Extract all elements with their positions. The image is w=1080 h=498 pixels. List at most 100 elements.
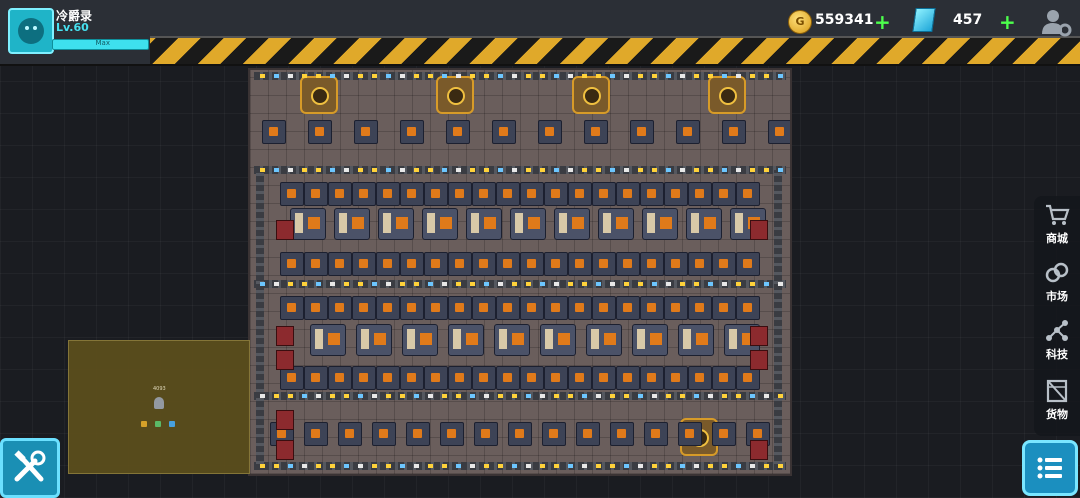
- resource-item: [498, 168, 503, 172]
- assembler-machine: [304, 422, 328, 446]
- resource-item: [442, 168, 447, 172]
- resource-item: [400, 74, 405, 78]
- smelter-machine: [402, 324, 438, 356]
- resource-item: [498, 394, 503, 398]
- resource-item: [386, 464, 391, 468]
- menu-item-shop[interactable]: 商城: [1034, 198, 1080, 254]
- resource-item: [596, 394, 601, 398]
- resource-item: [344, 74, 349, 78]
- smelter-machine: [334, 208, 370, 240]
- resource-item: [330, 394, 335, 398]
- resource-item: [316, 74, 321, 78]
- assembler-machine: [400, 366, 424, 390]
- resource-item: [498, 282, 503, 286]
- assembler-machine: [630, 120, 654, 144]
- resource-item: [428, 394, 433, 398]
- resource-item: [260, 282, 265, 286]
- assembler-machine: [712, 422, 736, 446]
- resource-item: [344, 394, 349, 398]
- add-coins-button[interactable]: +: [874, 12, 891, 32]
- resource-item: [526, 282, 531, 286]
- resource-item: [778, 74, 783, 78]
- resource-item: [386, 282, 391, 286]
- minimap-robot-icon: [154, 397, 164, 409]
- resource-item: [484, 394, 489, 398]
- resource-item: [512, 74, 517, 78]
- resource-item: [596, 282, 601, 286]
- assembler-machine: [328, 182, 352, 206]
- assembler-machine: [328, 296, 352, 320]
- resource-item: [722, 394, 727, 398]
- assembler-machine: [280, 296, 304, 320]
- assembler-machine: [496, 366, 520, 390]
- gem-amount: 457: [953, 12, 983, 28]
- resource-item: [764, 74, 769, 78]
- friends-settings-icon[interactable]: [1040, 6, 1072, 38]
- resource-item: [344, 168, 349, 172]
- smelter-machine: [598, 208, 634, 240]
- assembler-machine: [688, 182, 712, 206]
- assembler-machine: [688, 296, 712, 320]
- smelter-machine: [290, 208, 326, 240]
- resource-item: [456, 464, 461, 468]
- resource-item: [778, 464, 783, 468]
- resource-item: [624, 464, 629, 468]
- xp-label: Max: [95, 39, 110, 47]
- assembler-machine: [372, 422, 396, 446]
- resource-item: [680, 282, 685, 286]
- shopping-cart-icon: [1046, 204, 1070, 225]
- resource-item: [582, 74, 587, 78]
- resource-item: [302, 394, 307, 398]
- menu-item-cargo[interactable]: 货物: [1034, 374, 1080, 430]
- build-tools-button[interactable]: [0, 438, 60, 498]
- resource-item: [764, 394, 769, 398]
- assembler-machine: [736, 182, 760, 206]
- assembler-machine: [448, 252, 472, 276]
- assembler-machine: [304, 182, 328, 206]
- resource-item: [330, 464, 335, 468]
- add-gems-button[interactable]: +: [999, 12, 1016, 32]
- assembler-machine: [352, 252, 376, 276]
- player-avatar[interactable]: [8, 8, 54, 54]
- menu-label-shop: 商城: [1046, 232, 1068, 245]
- resource-item: [666, 74, 671, 78]
- resource-item: [512, 282, 517, 286]
- assembler-machine: [328, 252, 352, 276]
- tech-network-icon: [1046, 320, 1068, 341]
- resource-item: [750, 168, 755, 172]
- resource-item: [540, 464, 545, 468]
- assembler-machine: [676, 120, 700, 144]
- resource-item: [400, 168, 405, 172]
- resource-item: [722, 74, 727, 78]
- assembler-machine: [400, 182, 424, 206]
- resource-item: [764, 168, 769, 172]
- assembler-machine: [406, 422, 430, 446]
- smelter-machine: [494, 324, 530, 356]
- menu-item-tech[interactable]: 科技: [1034, 314, 1080, 370]
- resource-item: [624, 282, 629, 286]
- resource-item: [260, 168, 265, 172]
- minimap-panel[interactable]: 4093: [68, 340, 250, 474]
- resource-item: [624, 394, 629, 398]
- resource-item: [414, 282, 419, 286]
- assembler-machine: [576, 422, 600, 446]
- main-menu-button[interactable]: [1022, 440, 1078, 496]
- factory-grid[interactable]: [248, 68, 792, 476]
- cargo-crate-icon: [1046, 379, 1068, 403]
- assembler-machine: [584, 120, 608, 144]
- resource-item: [554, 282, 559, 286]
- smelter-machine: [310, 324, 346, 356]
- xp-bar: Max: [52, 39, 149, 50]
- assembler-machine: [352, 366, 376, 390]
- resource-item: [694, 464, 699, 468]
- resource-item: [750, 464, 755, 468]
- menu-label-cargo: 货物: [1046, 408, 1068, 421]
- resource-item: [526, 74, 531, 78]
- menu-item-market[interactable]: 市场: [1034, 256, 1080, 312]
- assembler-machine: [712, 252, 736, 276]
- resource-item: [554, 168, 559, 172]
- smelter-machine: [554, 208, 590, 240]
- resource-item: [302, 74, 307, 78]
- resource-item: [400, 394, 405, 398]
- resource-item: [484, 168, 489, 172]
